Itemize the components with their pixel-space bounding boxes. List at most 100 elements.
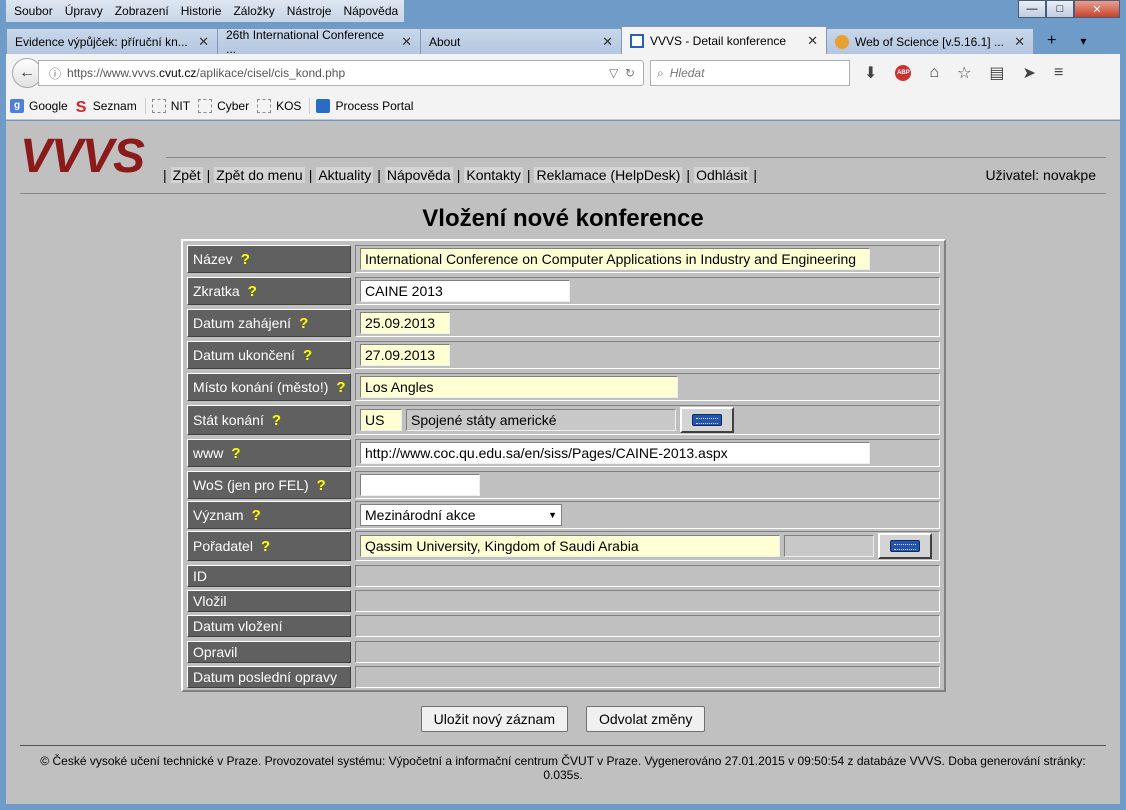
- label-datum-posledni-opravy: Datum poslední opravy: [187, 666, 351, 688]
- value-cell: [355, 471, 940, 499]
- nazev-input[interactable]: International Conference on Computer App…: [360, 248, 870, 270]
- datum-zahajeni-input[interactable]: 25.09.2013: [360, 312, 450, 334]
- help-icon[interactable]: ?: [241, 251, 250, 268]
- value-cell: Qassim University, Kingdom of Saudi Arab…: [355, 531, 940, 561]
- reload-icon[interactable]: ▽ ↻: [609, 66, 635, 80]
- site-info-icon[interactable]: ⓘ: [49, 65, 61, 82]
- bookmark-process-portal[interactable]: Process Portal: [316, 98, 413, 113]
- bookmark-label: NIT: [170, 98, 191, 113]
- bookmark-cyber[interactable]: Cyber: [198, 98, 249, 113]
- row-poradatel: Pořadatel? Qassim University, Kingdom of…: [187, 531, 940, 561]
- tab-web-of-science[interactable]: Web of Science [v.5.16.1] ... ✕: [826, 28, 1034, 54]
- tab-vvvs-detail[interactable]: VVVS - Detail konference ✕: [621, 26, 827, 54]
- menu-napoveda[interactable]: Nápověda: [337, 4, 404, 18]
- save-button[interactable]: Uložit nový záznam: [420, 706, 568, 732]
- tab-strip: Evidence výpůjček: příruční kn... ✕ 26th…: [6, 26, 1120, 56]
- nav-separator: |: [377, 167, 381, 183]
- bookmark-google[interactable]: g Google: [10, 98, 68, 113]
- folder-icon: [151, 98, 166, 113]
- menu-upravy[interactable]: Úpravy: [59, 4, 109, 18]
- value-cell: 27.09.2013: [355, 341, 940, 369]
- bookmark-nit[interactable]: NIT: [151, 98, 191, 113]
- value-cell: 25.09.2013: [355, 309, 940, 337]
- misto-konani-input[interactable]: Los Angles: [360, 376, 678, 398]
- close-tab-icon[interactable]: ✕: [1014, 34, 1025, 50]
- value-cell: Mezinárodní akce ▼: [355, 501, 940, 529]
- home-icon[interactable]: ⌂: [929, 64, 939, 82]
- wos-input[interactable]: [360, 474, 480, 496]
- help-icon[interactable]: ?: [248, 283, 257, 300]
- row-opravil: Opravil: [187, 641, 940, 663]
- tab-list-icon[interactable]: ▾: [1080, 34, 1086, 48]
- new-tab-icon[interactable]: +: [1047, 32, 1056, 50]
- label-stat-konani: Stát konání?: [187, 405, 351, 435]
- adblock-icon[interactable]: ABP: [895, 65, 912, 81]
- help-icon[interactable]: ?: [336, 379, 345, 396]
- tab-title-group: VVVS - Detail konference: [630, 33, 787, 48]
- nav-reklamace[interactable]: Reklamace (HelpDesk): [534, 167, 683, 183]
- bookmark-kos[interactable]: KOS: [257, 98, 301, 113]
- close-tab-icon[interactable]: ✕: [198, 34, 209, 50]
- help-icon[interactable]: ?: [231, 445, 240, 462]
- tab-evidence[interactable]: Evidence výpůjček: příruční kn... ✕: [6, 28, 218, 54]
- nav-separator: |: [753, 167, 758, 183]
- poradatel-picker-button[interactable]: [878, 533, 932, 559]
- menu-historie[interactable]: Historie: [175, 4, 228, 18]
- tab-label: VVVS - Detail konference: [650, 33, 787, 48]
- nav-kontakty[interactable]: Kontakty: [464, 167, 523, 183]
- label-text: Pořadatel: [193, 538, 253, 554]
- form-buttons: Uložit nový záznam Odvolat změny: [6, 706, 1120, 732]
- label-text: Datum zahájení: [193, 315, 292, 331]
- menu-soubor[interactable]: Soubor: [8, 4, 59, 18]
- nav-odhlasit[interactable]: Odhlásit: [694, 167, 750, 183]
- zkratka-input[interactable]: CAINE 2013: [360, 280, 570, 302]
- keyboard-icon: [890, 540, 920, 552]
- poradatel-input[interactable]: Qassim University, Kingdom of Saudi Arab…: [360, 535, 780, 557]
- menu-zalozky[interactable]: Záložky: [227, 4, 280, 18]
- page-content: VVVS | Zpět | Zpět do menu | Aktuality |…: [6, 121, 1120, 804]
- bookmark-seznam[interactable]: S Seznam: [76, 98, 137, 116]
- url-bar[interactable]: ⓘ https://www.vvvs. cvut.cz/aplikace/cise…: [38, 60, 644, 86]
- www-input[interactable]: http://www.coc.qu.edu.sa/en/siss/Pages/C…: [360, 442, 870, 464]
- nav-napoveda[interactable]: Nápověda: [384, 167, 453, 183]
- cancel-button[interactable]: Odvolat změny: [586, 706, 706, 732]
- label-text: Zkratka: [193, 283, 240, 299]
- send-icon[interactable]: ➤: [1023, 63, 1036, 83]
- nav-aktuality[interactable]: Aktuality: [316, 167, 374, 183]
- help-icon[interactable]: ?: [317, 477, 326, 494]
- help-icon[interactable]: ?: [303, 347, 312, 364]
- close-window-button[interactable]: ✕: [1074, 0, 1120, 18]
- nav-zpet[interactable]: Zpět: [170, 167, 203, 183]
- menu-bar: Soubor Úpravy Zobrazení Historie Záložky…: [6, 0, 405, 22]
- help-icon[interactable]: ?: [299, 315, 308, 332]
- close-tab-icon[interactable]: ✕: [602, 34, 613, 50]
- tab-about[interactable]: About ✕: [420, 28, 622, 54]
- maximize-button[interactable]: □: [1046, 0, 1074, 18]
- menu-icon[interactable]: ≡: [1054, 64, 1063, 82]
- divider: [166, 157, 1106, 158]
- help-icon[interactable]: ?: [272, 412, 281, 429]
- stat-code-input[interactable]: US: [360, 409, 402, 431]
- stat-picker-button[interactable]: [680, 407, 734, 433]
- datum-ukonceni-input[interactable]: 27.09.2013: [360, 344, 450, 366]
- reading-list-icon[interactable]: ▤: [989, 63, 1004, 83]
- close-tab-icon[interactable]: ✕: [401, 34, 412, 50]
- vyznam-select[interactable]: Mezinárodní akce ▼: [360, 504, 562, 526]
- help-icon[interactable]: ?: [252, 507, 261, 524]
- minimize-button[interactable]: —: [1018, 0, 1046, 18]
- wos-favicon-icon: [835, 34, 849, 49]
- label-misto-konani: Místo konání (město!)?: [187, 373, 351, 401]
- download-icon[interactable]: ⬇: [864, 63, 877, 83]
- chevron-down-icon: ▼: [548, 510, 557, 520]
- help-icon[interactable]: ?: [261, 538, 270, 555]
- bookmark-label: Seznam: [92, 98, 137, 113]
- nav-zpet-do-menu[interactable]: Zpět do menu: [214, 167, 305, 183]
- menu-zobrazeni[interactable]: Zobrazení: [109, 4, 175, 18]
- tab-conference[interactable]: 26th International Conference ... ✕: [217, 28, 421, 56]
- vyznam-selected-value: Mezinárodní akce: [365, 507, 476, 523]
- row-datum-zahajeni: Datum zahájení? 25.09.2013: [187, 309, 940, 337]
- menu-nastroje[interactable]: Nástroje: [281, 4, 338, 18]
- search-input[interactable]: ⌕ Hledat: [650, 60, 850, 86]
- bookmark-star-icon[interactable]: ☆: [957, 63, 971, 83]
- close-tab-icon[interactable]: ✕: [807, 33, 818, 49]
